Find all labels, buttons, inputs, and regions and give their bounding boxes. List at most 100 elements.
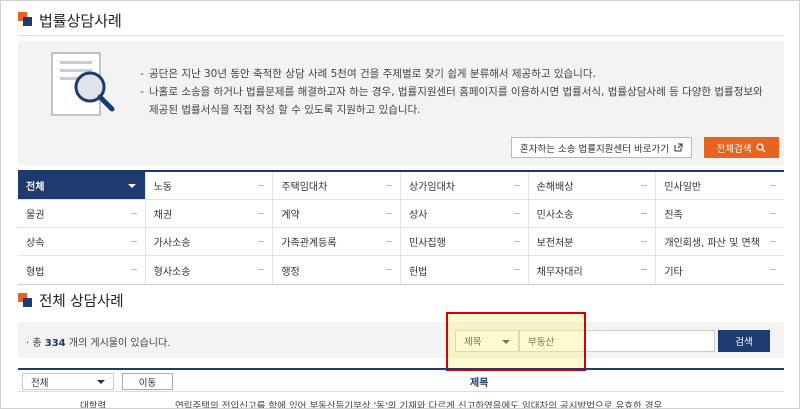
category-item[interactable]: 민사집행 bbox=[400, 228, 529, 256]
page-frame: 법률상담사례 공단은 지난 30년 동안 축적한 상담 사례 5천여 건을 주제… bbox=[0, 0, 800, 409]
post-count: · 총 334 개의 게시물이 있습니다. bbox=[26, 338, 171, 349]
external-link-icon bbox=[674, 143, 683, 152]
category-item[interactable]: 가족관계등록 bbox=[273, 228, 401, 256]
category-item[interactable]: 보전처분 bbox=[528, 228, 657, 256]
list-section-title: 전체 상담사례 bbox=[39, 294, 124, 310]
expand-dash-icon bbox=[513, 269, 520, 270]
category-item[interactable]: 친족 bbox=[656, 200, 784, 228]
expand-dash-icon bbox=[385, 269, 392, 270]
row-category: 대항력 bbox=[80, 401, 107, 409]
chevron-down-icon bbox=[97, 380, 105, 384]
search-submit-button[interactable]: 검색 bbox=[718, 330, 770, 352]
expand-dash-icon bbox=[385, 241, 392, 242]
post-count-suffix: 개의 게시물이 있습니다. bbox=[68, 338, 171, 349]
document-search-icon bbox=[51, 52, 115, 116]
full-search-button[interactable]: 전체검색 bbox=[704, 137, 779, 158]
legal-support-center-link-label: 혼자하는 소송 법률지원센터 바로가기 bbox=[520, 143, 669, 155]
category-label: 전체 bbox=[26, 182, 45, 193]
category-item[interactable]: 주택임대차 bbox=[273, 172, 401, 200]
category-label: 상사 bbox=[408, 210, 428, 221]
row-subject[interactable]: 연립주택의 전입신고를 함에 있어 부동산등기부상 '동'의 기재와 다르게 신… bbox=[175, 398, 662, 408]
expand-dash-icon bbox=[130, 269, 137, 270]
category-label: 보전처분 bbox=[536, 238, 574, 249]
expand-dash-icon bbox=[258, 213, 265, 214]
expand-dash-icon bbox=[258, 241, 265, 242]
category-label: 채권 bbox=[153, 210, 173, 221]
category-item[interactable]: 물권 bbox=[18, 200, 146, 228]
category-label: 가사소송 bbox=[153, 238, 191, 249]
expand-dash-icon bbox=[258, 185, 265, 186]
expand-dash-icon bbox=[513, 185, 520, 186]
category-label: 계약 bbox=[281, 210, 300, 221]
category-item[interactable]: 계약 bbox=[273, 200, 401, 228]
highlight-box bbox=[446, 312, 586, 371]
category-label: 채무자대리 bbox=[536, 266, 583, 278]
category-label: 민사집행 bbox=[408, 238, 446, 249]
category-label: 헌법 bbox=[408, 266, 428, 278]
expand-dash-icon bbox=[769, 185, 776, 186]
info-description: 공단은 지난 30년 동안 축적한 상담 사례 5천여 건을 주제별로 찾기 쉽… bbox=[140, 65, 770, 119]
search-bar: · 총 334 개의 게시물이 있습니다. 제목 검색 bbox=[18, 322, 784, 358]
category-item[interactable]: 민사소송 bbox=[528, 200, 657, 228]
category-label: 행정 bbox=[281, 266, 300, 278]
page-title: 법률상담사례 bbox=[39, 12, 122, 30]
expand-dash-icon bbox=[641, 213, 648, 214]
category-item[interactable]: 형법 bbox=[18, 256, 146, 284]
category-item[interactable]: 상속 bbox=[18, 228, 146, 256]
info-line-1: 공단은 지난 30년 동안 축적한 상담 사례 5천여 건을 주제별로 찾기 쉽… bbox=[140, 65, 770, 83]
category-item[interactable]: 헌법 bbox=[401, 256, 529, 284]
category-item[interactable]: 기타 bbox=[656, 256, 784, 284]
category-label: 주택임대차 bbox=[281, 182, 328, 193]
expand-dash-icon bbox=[641, 269, 648, 270]
move-button[interactable]: 이동 bbox=[122, 373, 173, 390]
list-header: 전체 이동 제목 bbox=[18, 368, 784, 392]
expand-dash-icon bbox=[385, 213, 392, 214]
expand-dash-icon bbox=[130, 213, 137, 214]
legal-support-center-link-button[interactable]: 혼자하는 소송 법률지원센터 바로가기 bbox=[511, 137, 692, 158]
expand-dash-icon bbox=[513, 213, 520, 214]
category-label: 친족 bbox=[664, 210, 683, 221]
section-marker-icon bbox=[18, 12, 32, 26]
title-divider bbox=[18, 35, 784, 36]
expand-dash-icon bbox=[130, 241, 137, 242]
category-item[interactable]: 채권 bbox=[145, 200, 274, 228]
category-grid: 전체 노동 주택임대차 상가임대차 손해배상 민사일반물권 채권 계약 상사 민사소송 친족상속 가사… bbox=[18, 170, 784, 285]
expand-dash-icon bbox=[769, 269, 776, 270]
expand-dash-icon bbox=[641, 185, 648, 186]
category-item[interactable]: 전체 bbox=[18, 172, 146, 200]
category-item[interactable]: 가사소송 bbox=[145, 228, 274, 256]
category-label: 민사소송 bbox=[536, 210, 574, 221]
post-count-prefix: 총 bbox=[32, 338, 42, 349]
expand-dash-icon bbox=[258, 269, 265, 270]
category-label: 형법 bbox=[26, 266, 45, 278]
category-label: 손해배상 bbox=[536, 182, 574, 193]
expand-dash-icon bbox=[769, 241, 776, 242]
category-item[interactable]: 상가임대차 bbox=[400, 172, 529, 200]
full-search-label: 전체검색 bbox=[716, 143, 752, 155]
category-item[interactable]: 노동 bbox=[145, 172, 274, 200]
category-filter-value: 전체 bbox=[31, 377, 49, 389]
category-item[interactable]: 행정 bbox=[273, 256, 401, 284]
category-label: 기타 bbox=[664, 266, 683, 278]
category-label: 형사소송 bbox=[153, 266, 191, 278]
category-item[interactable]: 형사소송 bbox=[146, 256, 274, 284]
category-item[interactable]: 민사일반 bbox=[656, 172, 784, 200]
category-filter-select[interactable]: 전체 bbox=[22, 373, 114, 390]
info-box: 공단은 지난 30년 동안 축적한 상담 사례 5천여 건을 주제별로 찾기 쉽… bbox=[18, 41, 784, 165]
category-label: 상속 bbox=[26, 238, 45, 249]
expand-dash-icon bbox=[769, 213, 776, 214]
expand-dash-icon bbox=[513, 241, 520, 242]
category-item[interactable]: 개인회생, 파산 및 면책 bbox=[656, 228, 784, 256]
category-label: 개인회생, 파산 및 면책 bbox=[664, 238, 760, 249]
section-marker-icon bbox=[18, 293, 32, 307]
post-count-number: 334 bbox=[44, 338, 66, 349]
info-line-2: 나홀로 소송을 하거나 법률문제를 해결하고자 하는 경우, 법률지원센터 홈페… bbox=[140, 83, 770, 119]
caret-down-icon bbox=[127, 184, 136, 188]
table-row[interactable]: 대항력 연립주택의 전입신고를 함에 있어 부동산등기부상 '동'의 기재와 다… bbox=[18, 394, 784, 409]
category-label: 상가임대차 bbox=[408, 182, 455, 193]
expand-dash-icon bbox=[641, 241, 648, 242]
category-label: 물권 bbox=[26, 210, 45, 221]
category-item[interactable]: 상사 bbox=[400, 200, 529, 228]
category-item[interactable]: 손해배상 bbox=[528, 172, 657, 200]
category-item[interactable]: 채무자대리 bbox=[529, 256, 657, 284]
